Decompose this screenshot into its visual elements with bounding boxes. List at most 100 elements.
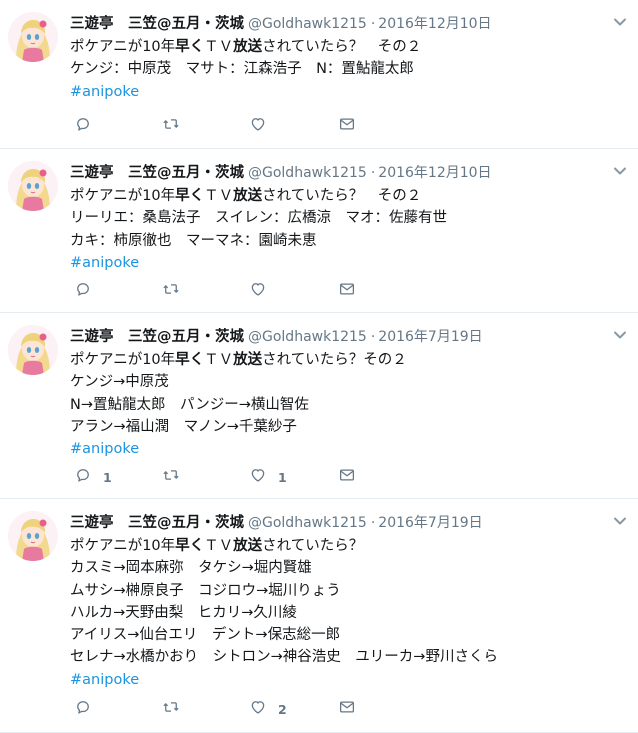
chevron-down-icon[interactable] (612, 513, 628, 529)
tweet-line: ハルカ→天野由梨 ヒカリ→久川綾 (70, 602, 630, 624)
hashtag-link[interactable]: #anipoke (70, 255, 139, 271)
tweet[interactable]: 三遊亭 三笠@五月・茨城 @Goldhawk1215 · 2016年12月10日 ポケ… (0, 149, 638, 313)
like-button[interactable]: 1 (249, 467, 287, 487)
text-bold: 放送 (233, 188, 263, 204)
envelope-icon (338, 466, 356, 488)
display-name[interactable]: 三遊亭 三笠@五月・茨城 (70, 16, 244, 32)
separator: · (370, 329, 376, 345)
text-segment: アラン→福山潤 マノン→千葉紗子 (70, 418, 297, 435)
text-bold: 早く (175, 188, 205, 204)
reply-icon (74, 115, 92, 137)
retweet-button[interactable] (162, 699, 191, 719)
like-button[interactable] (249, 281, 278, 301)
text-segment: カスミ→岡本麻弥 タケシ→堀内賢雄 (70, 560, 312, 577)
text-segment: リーリエ：桑島法子 スイレン：広橋涼 マオ：佐藤有世 (70, 210, 447, 227)
tweet-date[interactable]: 2016年7月19日 (378, 329, 482, 345)
user-handle[interactable]: @Goldhawk1215 (248, 329, 367, 345)
text-segment: ＴＶ (204, 352, 234, 368)
avatar[interactable] (8, 161, 58, 211)
reply-button[interactable] (74, 699, 103, 719)
chevron-down-icon[interactable] (612, 163, 628, 179)
heart-icon (249, 115, 267, 137)
text-segment: ポケアニが10年 (70, 39, 176, 55)
heart-icon (249, 280, 267, 302)
tweet-header: 三遊亭 三笠@五月・茨城 @Goldhawk1215 · 2016年12月10日 (70, 162, 590, 184)
heart-icon (249, 698, 267, 720)
reply-icon (74, 280, 92, 302)
tweet[interactable]: 三遊亭 三笠@五月・茨城 @Goldhawk1215 · 2016年7月19日 ポケア… (0, 499, 638, 733)
separator: · (370, 165, 376, 181)
avatar[interactable] (8, 12, 58, 62)
text-segment: されていたら？その２ (262, 352, 407, 368)
tweet-line: カスミ→岡本麻弥 タケシ→堀内賢雄 (70, 557, 630, 579)
hashtag-link[interactable]: #anipoke (70, 441, 139, 457)
reply-button[interactable] (74, 281, 103, 301)
text-segment: ＴＶ (204, 188, 234, 204)
reply-button[interactable] (74, 116, 103, 136)
dm-button[interactable] (338, 116, 356, 136)
tweet-actions: 1 1 (70, 467, 370, 487)
text-bold: 早く (175, 39, 205, 55)
tweet-line: ポケアニが10年早くＴＶ放送されていたら？その２ (70, 349, 630, 371)
retweet-button[interactable] (162, 467, 191, 487)
tweet-header: 三遊亭 三笠@五月・茨城 @Goldhawk1215 · 2016年7月19日 (70, 512, 590, 534)
like-button[interactable]: 2 (249, 699, 287, 719)
user-handle[interactable]: @Goldhawk1215 (248, 515, 367, 531)
text-segment: されていたら？ (262, 538, 364, 554)
tweet-actions: 2 (70, 699, 370, 719)
retweet-icon (162, 280, 180, 302)
avatar[interactable] (8, 325, 58, 375)
text-segment: されていたら？ その２ (262, 188, 422, 204)
tweet[interactable]: 三遊亭 三笠@五月・茨城 @Goldhawk1215 · 2016年12月10日 ポケ… (0, 0, 638, 149)
avatar[interactable] (8, 511, 58, 561)
chevron-down-icon[interactable] (612, 327, 628, 343)
text-bold: 放送 (233, 538, 263, 554)
dm-button[interactable] (338, 699, 356, 719)
display-name[interactable]: 三遊亭 三笠@五月・茨城 (70, 165, 244, 181)
tweet[interactable]: 三遊亭 三笠@五月・茨城 @Goldhawk1215 · 2016年7月19日 ポケア… (0, 313, 638, 499)
tweet-date[interactable]: 2016年12月10日 (378, 16, 491, 32)
dm-button[interactable] (338, 467, 356, 487)
tweet-line: ポケアニが10年早くＴＶ放送されていたら？ (70, 535, 630, 557)
like-button[interactable] (249, 116, 278, 136)
text-segment: N→置鮎龍太郎 パンジー→横山智佐 (70, 396, 309, 413)
text-segment: ポケアニが10年 (70, 188, 176, 204)
text-segment: ＴＶ (204, 538, 234, 554)
tweet-line: #anipoke (70, 669, 630, 691)
tweet-line: ポケアニが10年早くＴＶ放送されていたら？ その２ (70, 36, 630, 58)
tweet-text: ポケアニが10年早くＴＶ放送されていたら？ その２ リーリエ：桑島法子 スイレン… (70, 185, 630, 274)
display-name[interactable]: 三遊亭 三笠@五月・茨城 (70, 329, 244, 345)
tweet-line: N→置鮎龍太郎 パンジー→横山智佐 (70, 394, 630, 416)
text-bold: 早く (175, 352, 205, 368)
hashtag-link[interactable]: #anipoke (70, 672, 139, 688)
chevron-down-icon[interactable] (612, 14, 628, 30)
display-name[interactable]: 三遊亭 三笠@五月・茨城 (70, 515, 244, 531)
retweet-button[interactable] (162, 116, 191, 136)
tweet-text: ポケアニが10年早くＴＶ放送されていたら？ その２ ケンジ：中原茂 マサト：江森… (70, 36, 630, 103)
retweet-button[interactable] (162, 281, 191, 301)
text-segment: セレナ→水橋かおり シトロン→神谷浩史 ユリーカ→野川さくら (70, 649, 498, 666)
tweet-header: 三遊亭 三笠@五月・茨城 @Goldhawk1215 · 2016年12月10日 (70, 13, 590, 35)
tweet-line: ケンジ→中原茂 (70, 371, 630, 393)
tweet-date[interactable]: 2016年7月19日 (378, 515, 482, 531)
text-segment: ハルカ→天野由梨 ヒカリ→久川綾 (70, 604, 297, 621)
text-segment: カキ：柿原徹也 マーマネ：園崎未恵 (70, 232, 317, 249)
text-bold: 放送 (233, 352, 263, 368)
tweet-line: カキ：柿原徹也 マーマネ：園崎未恵 (70, 230, 630, 252)
text-segment: ケンジ→中原茂 (70, 374, 169, 391)
retweet-icon (162, 115, 180, 137)
tweet-line: ケンジ：中原茂 マサト：江森浩子 N：置鮎龍太郎 (70, 58, 630, 80)
tweet-line: ポケアニが10年早くＴＶ放送されていたら？ その２ (70, 185, 630, 207)
envelope-icon (338, 115, 356, 137)
hashtag-link[interactable]: #anipoke (70, 84, 139, 100)
tweet-line: アイリス→仙台エリ デント→保志総一郎 (70, 624, 630, 646)
reply-button[interactable]: 1 (74, 467, 112, 487)
user-handle[interactable]: @Goldhawk1215 (248, 16, 367, 32)
retweet-icon (162, 698, 180, 720)
text-segment: アイリス→仙台エリ デント→保志総一郎 (70, 627, 341, 644)
tweet-date[interactable]: 2016年12月10日 (378, 165, 491, 181)
user-handle[interactable]: @Goldhawk1215 (248, 165, 367, 181)
tweet-line: アラン→福山潤 マノン→千葉紗子 (70, 416, 630, 438)
text-segment: ポケアニが10年 (70, 538, 176, 554)
dm-button[interactable] (338, 281, 356, 301)
